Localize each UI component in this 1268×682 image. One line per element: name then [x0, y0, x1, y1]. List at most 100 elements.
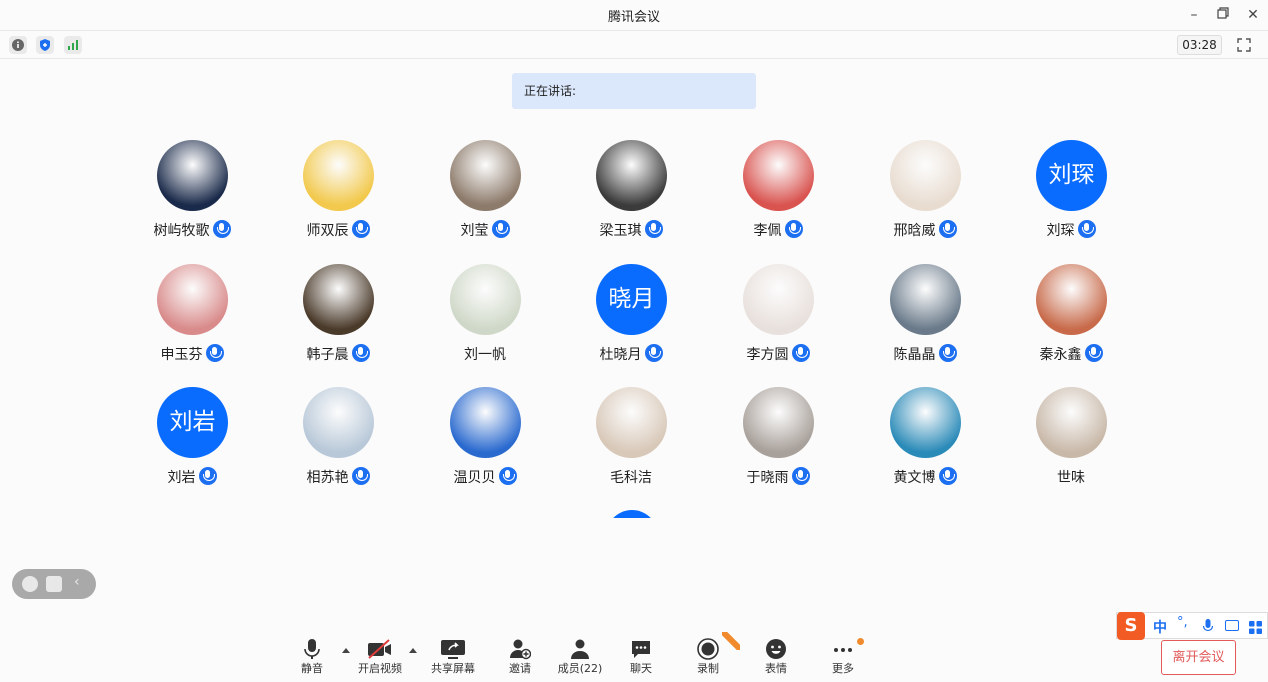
close-icon[interactable]: ✕ [1244, 6, 1262, 24]
chat-bubble-icon[interactable] [46, 576, 62, 592]
member-tile[interactable]: 陈晶晶 [855, 264, 995, 374]
member-name: 相苏艳 [306, 470, 349, 486]
window-title: 腾讯会议 [607, 10, 660, 25]
avatar: 刘岩 [157, 387, 228, 458]
meeting-toolbar: 03:28 [0, 30, 1268, 59]
member-tile[interactable]: 温贝贝 [415, 387, 555, 497]
microphone-icon [938, 344, 957, 362]
member-tile[interactable]: 李方圆 [708, 264, 848, 374]
sogou-logo-icon[interactable]: S [1117, 612, 1145, 640]
avatar: 晓月 [596, 264, 667, 335]
microphone-icon [301, 638, 323, 660]
member-name: 黄文博 [893, 470, 936, 486]
microphone-icon [351, 220, 370, 238]
toolbox-icon[interactable] [1249, 619, 1262, 634]
member-name-row: 树屿牧歌 [122, 220, 262, 240]
share-screen-button[interactable]: 共享屏幕 [421, 638, 485, 682]
member-name: 毛科洁 [610, 470, 652, 486]
member-name: 于晓雨 [746, 470, 789, 486]
new-badge [722, 632, 740, 650]
member-tile[interactable]: 于晓雨 [708, 387, 848, 497]
info-icon[interactable] [9, 36, 27, 54]
meeting-timer: 03:28 [1177, 35, 1222, 55]
emoji-label: 表情 [765, 662, 787, 675]
member-tile[interactable]: 世味 [1001, 387, 1141, 497]
member-name-row: 秦永鑫 [1001, 344, 1141, 364]
microphone-icon [644, 220, 663, 238]
more-icon [832, 638, 854, 660]
member-name-row: 杜晓月 [561, 344, 701, 364]
member-name-row: 师双辰 [268, 220, 408, 240]
microphone-icon [791, 467, 810, 485]
emoji-button[interactable]: 表情 [744, 638, 808, 682]
avatar [890, 387, 961, 458]
member-tile[interactable]: 梁玉琪 [561, 140, 701, 250]
member-tile[interactable]: 秦永鑫 [1001, 264, 1141, 374]
punctuation-icon[interactable]: °, [1177, 615, 1188, 630]
more-button[interactable]: 更多 [811, 638, 875, 682]
chat-button[interactable]: 聊天 [609, 638, 673, 682]
member-tile[interactable]: 韩子晨 [268, 264, 408, 374]
leave-meeting-button[interactable]: 离开会议 [1161, 640, 1236, 675]
member-tile[interactable]: 刘琛 刘琛 [1001, 140, 1141, 250]
member-name-row: 李方圆 [708, 344, 848, 364]
fullscreen-icon[interactable] [1236, 37, 1252, 53]
ime-toolbar: S 中 °, [1116, 612, 1268, 640]
member-name-row: 李佩 [708, 220, 848, 240]
member-name: 梁玉琪 [599, 223, 642, 239]
keyboard-icon[interactable] [1225, 620, 1239, 631]
microphone-icon [938, 220, 957, 238]
member-tile[interactable]: 毛科洁 [561, 387, 701, 497]
video-options-caret[interactable] [409, 648, 417, 653]
members-label: 成员(22) [557, 662, 603, 675]
avatar [303, 387, 374, 458]
member-tile[interactable]: 黄文博 [855, 387, 995, 497]
member-tile[interactable]: 晓月 杜晓月 [561, 264, 701, 374]
member-tile[interactable]: 邢晗威 [855, 140, 995, 250]
member-name: 秦永鑫 [1039, 347, 1082, 363]
avatar: 刘琛 [1036, 140, 1107, 211]
member-tile[interactable]: 刘一帆 [415, 264, 555, 374]
restore-icon[interactable] [1214, 6, 1232, 24]
avatar [743, 387, 814, 458]
ime-language[interactable]: 中 [1153, 617, 1167, 637]
avatar [743, 264, 814, 335]
member-name-row: 黄文博 [855, 467, 995, 487]
collapse-icon[interactable]: ‹ [74, 574, 80, 590]
microphone-icon [1084, 344, 1103, 362]
voice-input-icon[interactable] [1202, 618, 1214, 632]
member-tile[interactable]: 申玉芬 [122, 264, 262, 374]
avatar [303, 140, 374, 211]
member-tile[interactable]: 树屿牧歌 [122, 140, 262, 250]
member-name: 李方圆 [746, 347, 789, 363]
microphone-icon [351, 344, 370, 362]
mute-button[interactable]: 静音 [280, 638, 344, 682]
emoji-icon[interactable] [22, 576, 38, 592]
minimize-icon[interactable]: – [1185, 6, 1203, 24]
member-name-row: 毛科洁 [561, 467, 701, 487]
shield-icon[interactable] [36, 36, 54, 54]
member-name-row: 刘琛 [1001, 220, 1141, 240]
members-button[interactable]: 成员(22) [548, 638, 612, 682]
member-tile[interactable]: 师双辰 [268, 140, 408, 250]
member-name: 邢晗威 [893, 223, 936, 239]
member-tile[interactable]: 刘莹 [415, 140, 555, 250]
floating-reaction-bar[interactable]: ‹ [12, 569, 96, 599]
microphone-icon [212, 220, 231, 238]
member-name: 刘琛 [1046, 223, 1075, 239]
member-name: 世味 [1057, 470, 1085, 486]
signal-icon[interactable] [64, 36, 82, 54]
notification-dot [857, 638, 864, 645]
microphone-icon [351, 467, 370, 485]
avatar [1036, 264, 1107, 335]
member-tile[interactable]: 李佩 [708, 140, 848, 250]
member-name: 李佩 [753, 223, 782, 239]
title-bar: 腾讯会议 – ✕ [0, 0, 1268, 30]
member-tile[interactable]: 相苏艳 [268, 387, 408, 497]
invite-button[interactable]: 邀请 [488, 638, 552, 682]
chat-label: 聊天 [630, 662, 652, 675]
start-video-button[interactable]: 开启视频 [348, 638, 412, 682]
microphone-icon [1077, 220, 1096, 238]
member-tile[interactable]: 刘岩 刘岩 [122, 387, 262, 497]
more-label: 更多 [832, 662, 854, 675]
